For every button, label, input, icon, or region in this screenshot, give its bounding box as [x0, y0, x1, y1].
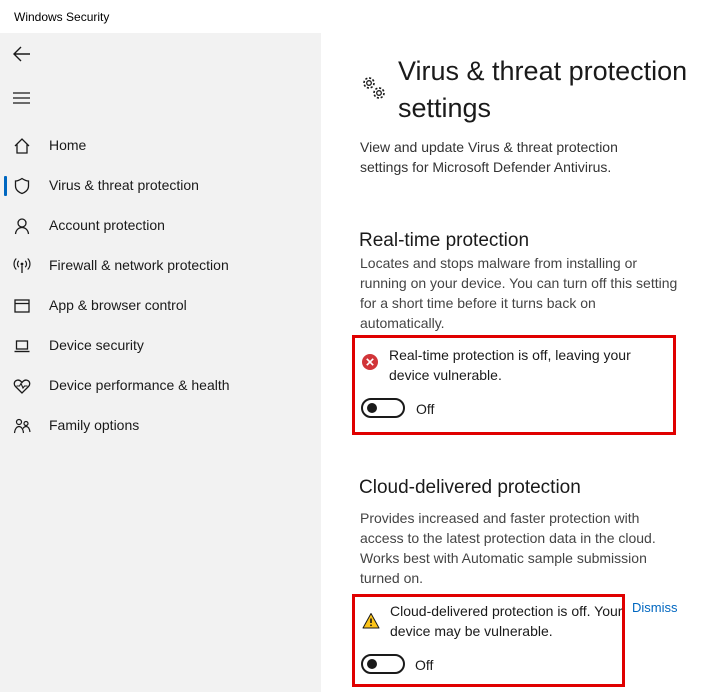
- home-icon: [14, 138, 30, 154]
- back-button[interactable]: [10, 43, 34, 65]
- sidebar-item-label: Home: [49, 137, 87, 153]
- back-arrow-icon: [13, 46, 30, 62]
- window-title: Windows Security: [14, 10, 110, 24]
- sidebar-item-home[interactable]: Home: [0, 126, 321, 166]
- sidebar-item-virus-threat-protection[interactable]: Virus & threat protection: [0, 166, 321, 206]
- realtime-alert-text: Real-time protection is off, leaving you…: [389, 347, 631, 383]
- realtime-protection-description: Locates and stops malware from installin…: [360, 255, 678, 331]
- sidebar-item-label: Device performance & health: [49, 377, 230, 393]
- title-bar: Windows Security: [0, 0, 724, 33]
- sidebar-item-device-performance-health[interactable]: Device performance & health: [0, 366, 321, 406]
- shield-icon: [14, 177, 30, 195]
- sidebar-item-label: App & browser control: [49, 297, 187, 313]
- wifi-antenna-icon: [13, 258, 31, 273]
- sidebar-item-label: Device security: [49, 337, 144, 353]
- sidebar-item-family-options[interactable]: Family options: [0, 406, 321, 446]
- hamburger-icon: [13, 92, 30, 104]
- heart-pulse-icon: [13, 379, 31, 394]
- toggle-knob: [367, 403, 377, 413]
- sidebar-item-label: Family options: [49, 417, 140, 433]
- hamburger-menu-button[interactable]: [10, 88, 34, 108]
- sidebar: Home Virus & threat protection Account p…: [0, 33, 321, 692]
- app-window-icon: [14, 299, 30, 313]
- cloud-protection-description: Provides increased and faster protection…: [360, 510, 656, 586]
- error-icon: [362, 354, 378, 370]
- page-description: View and update Virus & threat protectio…: [360, 139, 618, 175]
- laptop-icon: [14, 340, 30, 353]
- sidebar-item-label: Virus & threat protection: [49, 177, 199, 193]
- gears-icon: [363, 77, 385, 99]
- sidebar-item-account-protection[interactable]: Account protection: [0, 206, 321, 246]
- page-title: Virus & threat protection settings: [398, 56, 688, 123]
- realtime-alert-box: Real-time protection is off, leaving you…: [352, 335, 676, 435]
- main-content: Virus & threat protection settings View …: [321, 33, 724, 692]
- sidebar-item-app-browser-control[interactable]: App & browser control: [0, 286, 321, 326]
- sidebar-item-device-security[interactable]: Device security: [0, 326, 321, 366]
- cloud-alert-box: Cloud-delivered protection is off. Your …: [352, 594, 625, 687]
- cloud-toggle-label: Off: [415, 657, 434, 673]
- dismiss-link[interactable]: Dismiss: [632, 600, 678, 615]
- family-icon: [13, 418, 31, 434]
- sidebar-item-label: Firewall & network protection: [49, 257, 229, 273]
- cloud-protection-heading: Cloud-delivered protection: [359, 477, 581, 498]
- realtime-toggle-label: Off: [416, 401, 435, 417]
- sidebar-item-firewall-network-protection[interactable]: Firewall & network protection: [0, 246, 321, 286]
- sidebar-item-label: Account protection: [49, 217, 165, 233]
- toggle-knob: [367, 659, 377, 669]
- person-icon: [14, 218, 30, 235]
- warning-icon: [362, 613, 380, 629]
- realtime-protection-toggle[interactable]: [361, 398, 405, 418]
- cloud-alert-text: Cloud-delivered protection is off. Your …: [390, 603, 623, 639]
- cloud-protection-toggle[interactable]: [361, 654, 405, 674]
- realtime-protection-heading: Real-time protection: [359, 230, 530, 251]
